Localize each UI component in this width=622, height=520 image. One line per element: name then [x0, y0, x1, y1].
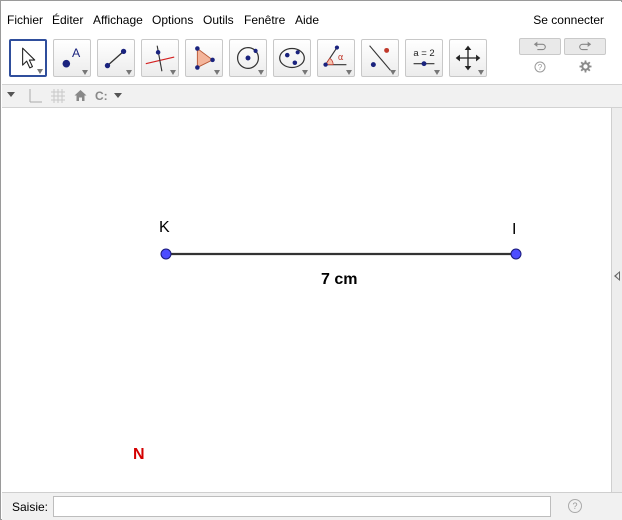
tool-slider[interactable]: a = 2 — [405, 39, 443, 77]
toolbar: A α a = 2 ? — [2, 36, 622, 84]
menu-fenetre[interactable]: Fenêtre — [244, 13, 285, 27]
menu-affichage[interactable]: Affichage — [93, 13, 143, 27]
geometry-drawing — [160, 248, 522, 260]
menu-fichier[interactable]: Fichier — [7, 13, 43, 27]
label-style-selector[interactable]: C: — [95, 89, 108, 103]
tool-move[interactable] — [9, 39, 47, 77]
chevron-left-icon — [614, 271, 620, 281]
svg-text:α: α — [338, 53, 344, 63]
point-i[interactable] — [510, 248, 522, 260]
command-input[interactable] — [53, 496, 551, 517]
tool-point[interactable]: A — [53, 39, 91, 77]
svg-text:a = 2: a = 2 — [413, 48, 434, 59]
input-label: Saisie: — [12, 500, 49, 514]
input-help-icon[interactable]: ? — [568, 499, 582, 513]
tool-angle[interactable]: α — [317, 39, 355, 77]
menu-outils[interactable]: Outils — [203, 13, 234, 27]
tool-polygon[interactable] — [185, 39, 223, 77]
help-icon[interactable]: ? — [534, 61, 546, 73]
menu-options[interactable]: Options — [152, 13, 193, 27]
tool-menu-triangle-icon — [37, 69, 43, 74]
axes-icon[interactable] — [27, 88, 43, 104]
undo-button[interactable] — [519, 38, 561, 55]
settings-gear-icon[interactable] — [579, 60, 592, 73]
side-panel-toggle[interactable] — [611, 108, 622, 492]
point-k[interactable] — [160, 248, 172, 260]
input-bar: Saisie: ? — [2, 492, 622, 520]
stylebar-toggle-icon[interactable] — [6, 90, 16, 98]
redo-button[interactable] — [564, 38, 606, 55]
point-i-label: I — [512, 221, 517, 238]
graphics-view[interactable]: K I 7 cm N — [2, 108, 611, 492]
menu-bar: Fichier Éditer Affichage Options Outils … — [2, 2, 622, 36]
sign-in-link[interactable]: Se connecter — [533, 13, 604, 27]
segment-length-label: 7 cm — [321, 271, 358, 288]
svg-text:A: A — [72, 46, 81, 60]
tool-line[interactable] — [97, 39, 135, 77]
style-bar: C: — [2, 84, 622, 108]
point-n-label: N — [133, 446, 145, 463]
undo-icon — [533, 41, 546, 51]
chevron-down-icon[interactable] — [113, 92, 123, 100]
redo-icon — [579, 41, 592, 51]
tool-circle[interactable] — [229, 39, 267, 77]
tool-reflect[interactable] — [361, 39, 399, 77]
tool-move-view[interactable] — [449, 39, 487, 77]
tool-perpendicular[interactable] — [141, 39, 179, 77]
geogebra-window: Fichier Éditer Affichage Options Outils … — [0, 0, 622, 520]
svg-text:?: ? — [538, 63, 543, 72]
home-icon[interactable] — [73, 88, 88, 103]
grid-icon[interactable] — [50, 88, 66, 104]
point-k-label: K — [159, 219, 170, 236]
menu-aide[interactable]: Aide — [295, 13, 319, 27]
tool-conic[interactable] — [273, 39, 311, 77]
menu-editer[interactable]: Éditer — [52, 13, 83, 27]
